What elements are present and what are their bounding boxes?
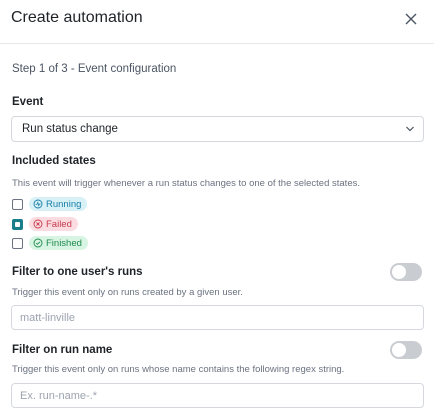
toggle-knob	[392, 343, 406, 357]
status-badge-failed: Failed	[29, 217, 78, 231]
user-filter-input[interactable]	[11, 305, 424, 330]
checkbox-failed[interactable]	[12, 219, 23, 230]
chevron-down-icon	[406, 126, 414, 132]
included-states-help: This event will trigger whenever a run s…	[12, 178, 360, 189]
checkbox-finished[interactable]	[12, 238, 23, 249]
running-icon	[33, 199, 43, 209]
name-filter-label: Filter on run name	[12, 344, 113, 356]
status-badge-label: Running	[46, 198, 82, 210]
name-filter-help: Trigger this event only on runs whose na…	[12, 364, 345, 375]
check-circle-icon	[33, 238, 43, 248]
user-filter-toggle[interactable]	[390, 263, 422, 281]
status-badge-label: Failed	[46, 218, 72, 230]
modal-header: Create automation	[0, 0, 434, 44]
name-filter-toggle[interactable]	[390, 341, 422, 359]
user-filter-label: Filter to one user's runs	[12, 266, 143, 278]
name-filter-input[interactable]	[11, 383, 424, 408]
failed-icon	[33, 219, 43, 229]
status-badge-label: Finished	[46, 237, 82, 249]
event-select-value: Run status change	[22, 123, 118, 135]
event-label: Event	[12, 96, 44, 108]
step-indicator: Step 1 of 3 - Event configuration	[12, 63, 177, 75]
included-states-label: Included states	[12, 155, 96, 167]
modal-title: Create automation	[11, 9, 143, 26]
checkbox-running[interactable]	[12, 199, 23, 210]
toggle-knob	[392, 265, 406, 279]
user-filter-help: Trigger this event only on runs created …	[12, 287, 243, 298]
event-select[interactable]: Run status change	[11, 116, 424, 142]
status-badge-running: Running	[29, 197, 88, 211]
close-icon[interactable]	[402, 10, 420, 28]
status-badge-finished: Finished	[29, 236, 88, 250]
